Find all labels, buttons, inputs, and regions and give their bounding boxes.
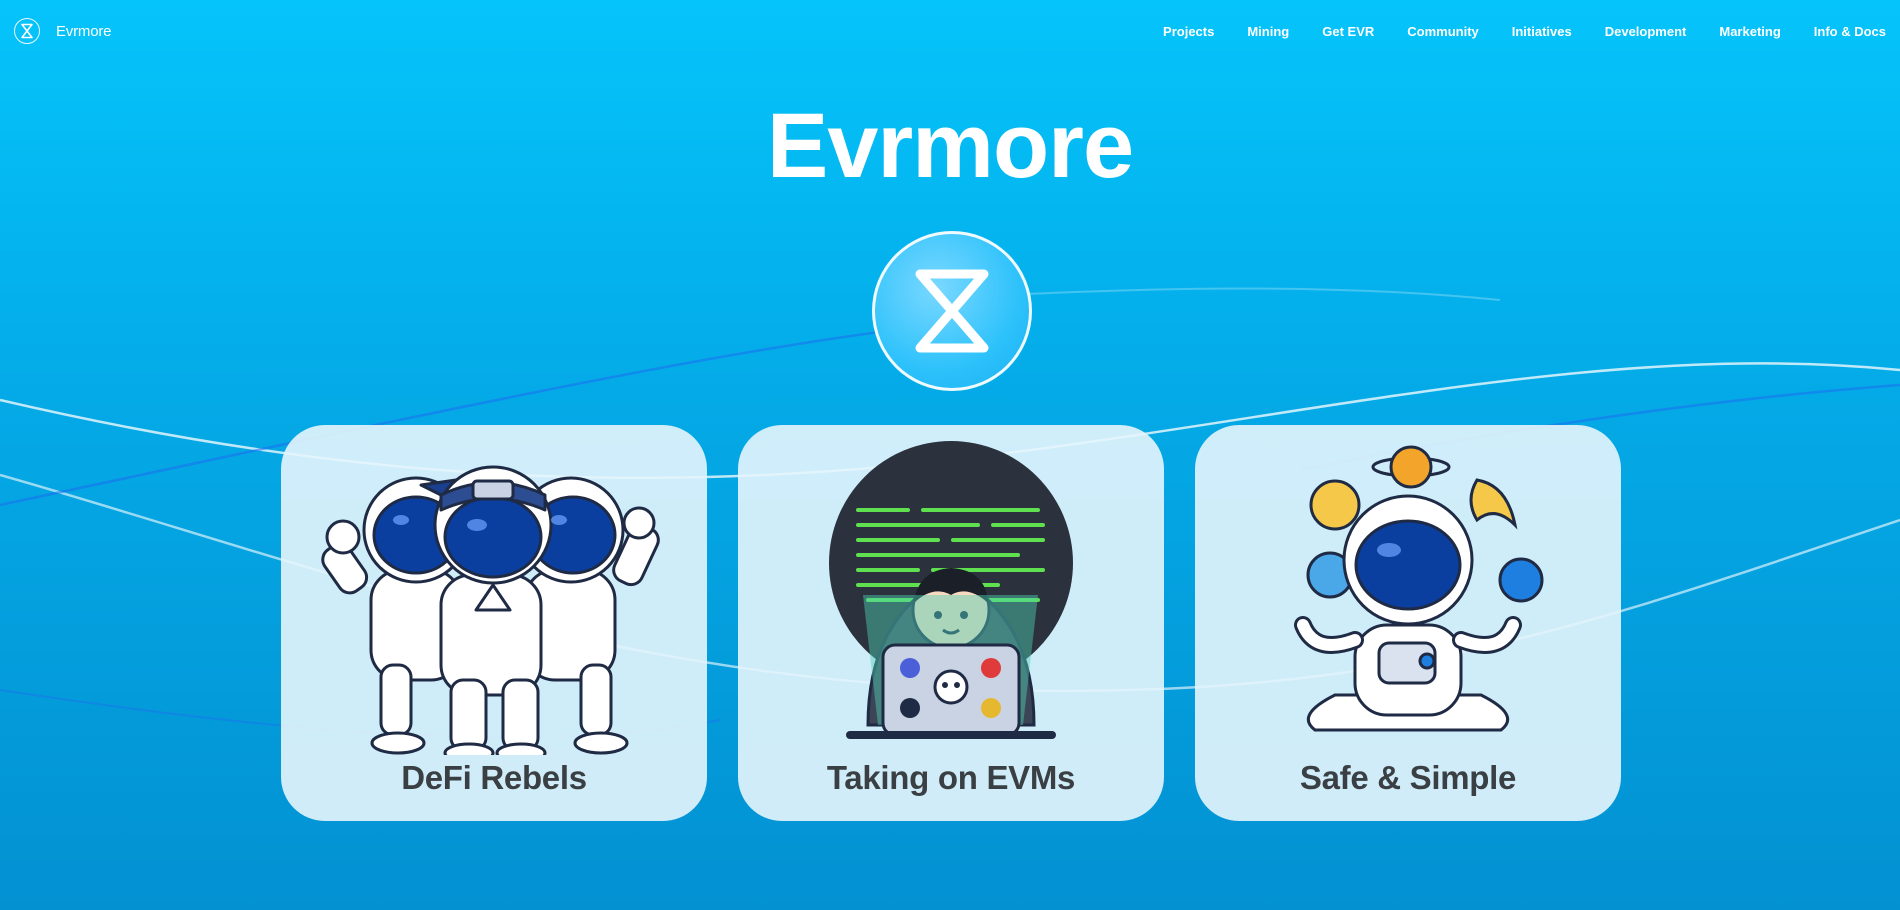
top-navbar: Evrmore Projects Mining Get EVR Communit… — [0, 0, 1900, 62]
nav-links: Projects Mining Get EVR Community Initia… — [1130, 24, 1886, 39]
card-title: DeFi Rebels — [401, 759, 587, 796]
nav-link-community[interactable]: Community — [1407, 24, 1479, 39]
astronaut-group-illustration — [321, 465, 660, 755]
hero-title: Evrmore — [766, 95, 1134, 197]
brand[interactable]: Evrmore — [14, 18, 111, 44]
brand-name: Evrmore — [56, 22, 112, 40]
nav-link-initiatives[interactable]: Initiatives — [1512, 24, 1572, 39]
card-defi-rebels[interactable]: DeFi Rebels — [281, 425, 707, 821]
nav-link-development[interactable]: Development — [1605, 24, 1687, 39]
hero-logo — [872, 231, 1032, 391]
hacker-laptop-illustration — [829, 441, 1073, 739]
card-title: Safe & Simple — [1299, 759, 1517, 796]
card-safe-simple[interactable]: Safe & Simple — [1195, 425, 1621, 821]
card-taking-on-evms[interactable]: Taking on EVMs — [738, 425, 1164, 821]
nav-link-info-docs[interactable]: Info & Docs — [1814, 24, 1886, 39]
nav-link-mining[interactable]: Mining — [1247, 24, 1289, 39]
meditating-astronaut-illustration — [1294, 445, 1544, 732]
nav-link-projects[interactable]: Projects — [1163, 24, 1214, 39]
nav-link-get-evr[interactable]: Get EVR — [1322, 24, 1374, 39]
hourglass-icon — [915, 269, 989, 353]
card-title: Taking on EVMs — [826, 759, 1076, 796]
nav-link-marketing[interactable]: Marketing — [1719, 24, 1780, 39]
hourglass-icon — [14, 18, 40, 44]
